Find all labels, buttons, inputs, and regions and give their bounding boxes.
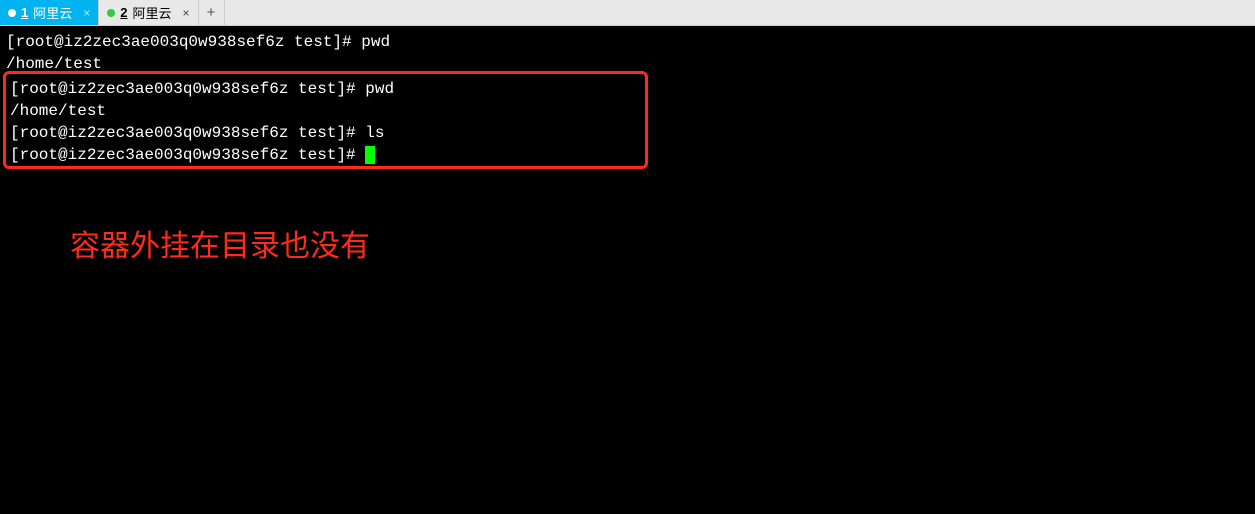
tab-label: 阿里云 [133,3,172,22]
shell-prompt: [root@iz2zec3ae003q0w938sef6z test]# [10,146,365,164]
shell-prompt: [root@iz2zec3ae003q0w938sef6z test]# [6,33,361,51]
close-icon[interactable]: × [83,6,90,20]
terminal-line: [root@iz2zec3ae003q0w938sef6z test]# pwd [10,78,641,100]
terminal-output: /home/test [10,100,641,122]
shell-command: ls [365,124,384,142]
new-tab-button[interactable]: + [199,0,225,25]
highlight-box: [root@iz2zec3ae003q0w938sef6z test]# pwd… [3,71,648,169]
close-icon[interactable]: × [183,6,190,20]
tab-label: 阿里云 [33,3,72,22]
annotation-text: 容器外挂在目录也没有 [70,236,370,258]
tab-number: 2 [120,5,127,20]
status-dot-icon [8,9,16,17]
shell-prompt: [root@iz2zec3ae003q0w938sef6z test]# [10,80,365,98]
terminal-line: [root@iz2zec3ae003q0w938sef6z test]# pwd [6,31,1249,53]
plus-icon: + [207,4,216,21]
terminal-line: [root@iz2zec3ae003q0w938sef6z test]# ls [10,122,641,144]
shell-prompt: [root@iz2zec3ae003q0w938sef6z test]# [10,124,365,142]
terminal-line: [root@iz2zec3ae003q0w938sef6z test]# [10,144,641,166]
shell-command: pwd [361,33,390,51]
terminal-output: /home/test [6,53,1249,75]
tab-2[interactable]: 2 阿里云 × [99,0,198,25]
tab-number: 1 [21,5,28,20]
tab-bar: 1 阿里云 × 2 阿里云 × + [0,0,1255,26]
cursor-icon [365,146,375,164]
terminal[interactable]: [root@iz2zec3ae003q0w938sef6z test]# pwd… [0,26,1255,514]
shell-command: pwd [365,80,394,98]
tab-1[interactable]: 1 阿里云 × [0,0,99,25]
status-dot-icon [107,9,115,17]
